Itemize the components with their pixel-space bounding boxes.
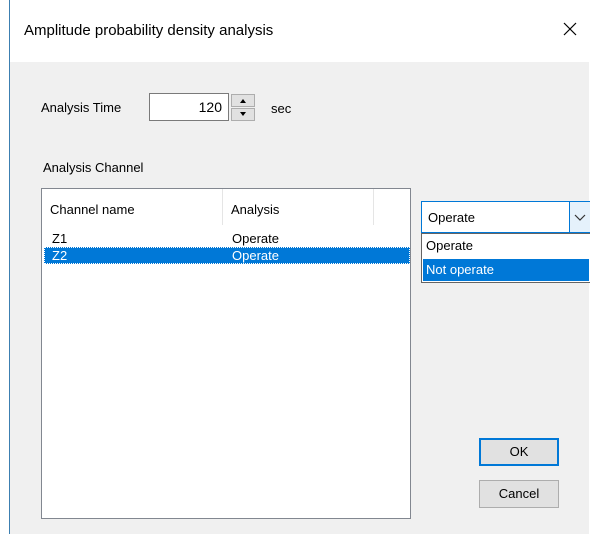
spin-up-icon: [240, 99, 246, 103]
dropdown-option-operate[interactable]: Operate: [423, 235, 589, 257]
spin-up-button[interactable]: [231, 94, 255, 107]
combobox-dropdown-list: Operate Not operate: [421, 233, 590, 283]
analysis-time-input[interactable]: [149, 93, 229, 121]
analysis-time-label: Analysis Time: [41, 100, 122, 115]
row-analysis-value: Operate: [232, 248, 279, 263]
dropdown-option-not-operate[interactable]: Not operate: [423, 259, 589, 281]
close-button[interactable]: [555, 14, 585, 44]
combobox-dropdown-button[interactable]: [569, 202, 590, 232]
ok-button[interactable]: OK: [479, 438, 559, 466]
chevron-down-icon: [574, 214, 586, 221]
title-bar: Amplitude probability density analysis: [10, 0, 589, 62]
combobox-selected-value: Operate: [428, 210, 475, 225]
row-channel-name: Z2: [52, 248, 68, 263]
row-analysis-value: Operate: [232, 231, 279, 246]
analysis-time-unit: sec: [271, 101, 292, 116]
row-channel-name: Z1: [52, 231, 68, 246]
close-icon: [563, 22, 577, 36]
cancel-button[interactable]: Cancel: [479, 480, 559, 508]
spin-down-button[interactable]: [231, 108, 255, 121]
column-header-analysis[interactable]: Analysis: [223, 189, 374, 225]
list-row-z1[interactable]: Z1 Operate: [44, 230, 410, 247]
list-row-z2[interactable]: Z2 Operate: [44, 247, 410, 264]
window-title: Amplitude probability density analysis: [24, 22, 274, 39]
column-header-channel-name[interactable]: Channel name: [42, 189, 223, 225]
analysis-channel-label: Analysis Channel: [43, 160, 144, 175]
dialog-window: Amplitude probability density analysis A…: [9, 0, 590, 534]
analysis-combobox[interactable]: Operate: [421, 201, 590, 233]
spin-down-icon: [240, 112, 246, 116]
list-header: Channel name Analysis: [42, 189, 410, 225]
channel-list[interactable]: Channel name Analysis Z1 Operate Z2 Oper…: [41, 188, 411, 519]
